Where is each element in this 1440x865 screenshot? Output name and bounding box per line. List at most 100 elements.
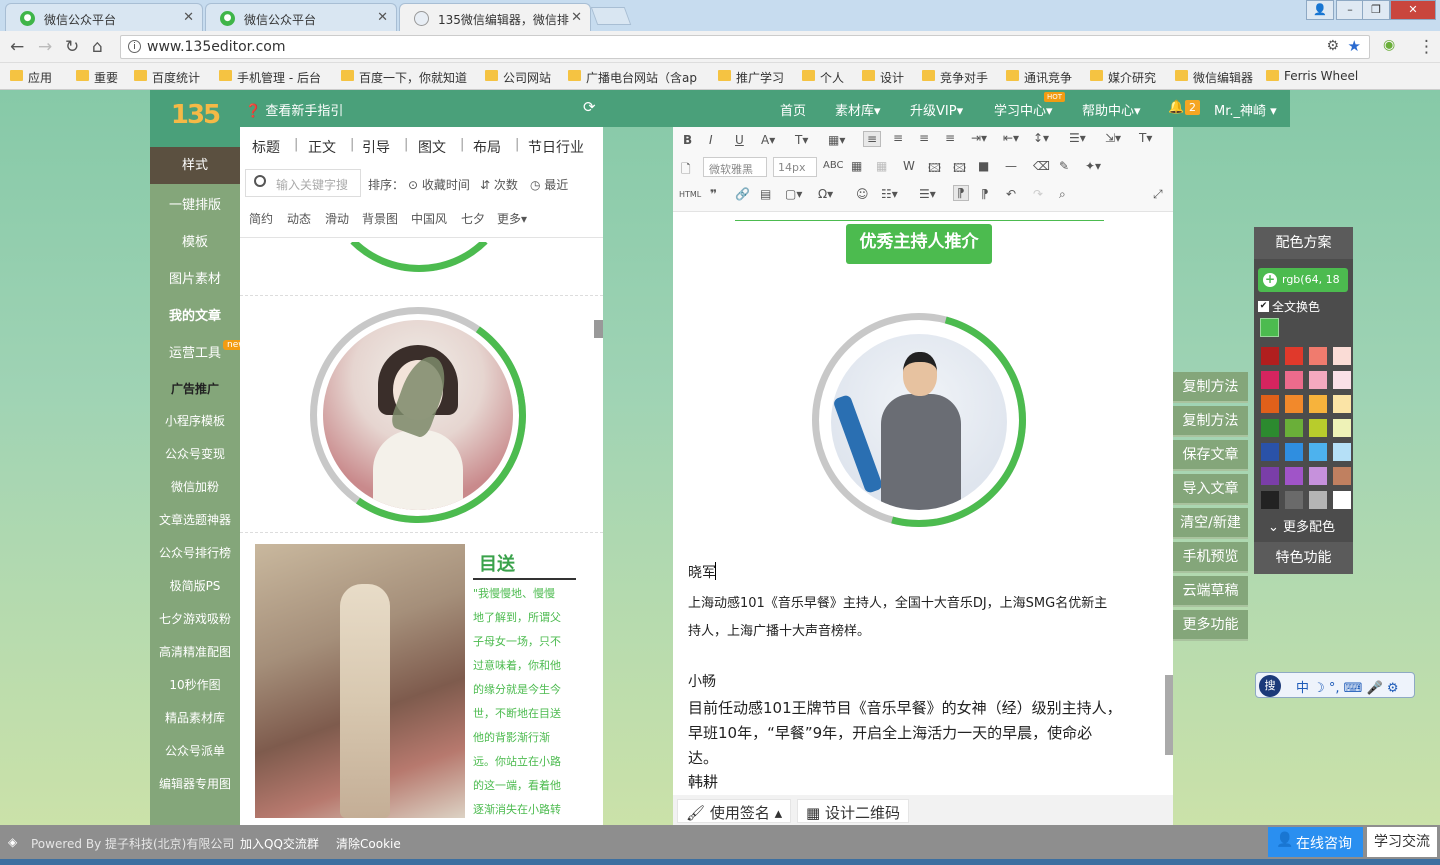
sidebar-item[interactable]: 精品素材库 [150, 709, 240, 726]
bookmark[interactable]: Ferris Wheel [1266, 69, 1358, 83]
special-features-button[interactable]: 特色功能 [1254, 542, 1353, 574]
strikethrough-icon[interactable]: ABC [823, 160, 844, 171]
font-color-icon[interactable]: A▾ [761, 133, 775, 147]
category-tab[interactable]: 引导 [362, 137, 390, 157]
bold-icon[interactable]: B [683, 133, 692, 147]
font-size-select[interactable]: 14px [773, 157, 817, 177]
bookmark[interactable]: 通讯竞争 [1006, 69, 1072, 86]
search-input[interactable]: 输入关键字搜 [245, 169, 361, 197]
user-icon[interactable]: 👤 [1306, 0, 1334, 20]
color-swatch[interactable] [1261, 347, 1279, 365]
more-colors-button[interactable]: ⌄ 更多配色 [1268, 516, 1335, 535]
category-tab[interactable]: 图文 [418, 137, 446, 157]
color-swatch[interactable] [1285, 371, 1303, 389]
sidebar-item[interactable]: 公众号变现 [150, 445, 240, 462]
minimize-button[interactable]: – [1336, 0, 1364, 20]
multi-image-icon[interactable]: 🖾 [953, 159, 966, 180]
sidebar-item[interactable]: 极简版PS [150, 577, 240, 594]
brush-icon[interactable]: ✎ [1059, 159, 1069, 173]
bookmark[interactable]: 竞争对手 [922, 69, 988, 86]
rgb-input[interactable]: + rgb(64, 18 [1258, 268, 1348, 292]
color-swatch[interactable] [1261, 491, 1279, 509]
color-swatch[interactable] [1285, 419, 1303, 437]
color-swatch[interactable] [1333, 419, 1351, 437]
bookmark[interactable]: 手机管理 - 后台 [219, 69, 321, 86]
qrcode-button[interactable]: ▦ 设计二维码 [797, 799, 909, 823]
clear-format-icon[interactable]: T▾ [1139, 131, 1152, 145]
color-swatch[interactable] [1285, 467, 1303, 485]
nav-help[interactable]: 帮助中心▾ [1082, 100, 1141, 119]
sidebar-item[interactable]: 编辑器专用图 [150, 775, 240, 792]
color-swatch[interactable] [1285, 347, 1303, 365]
image-icon[interactable]: 🖾 [928, 159, 941, 180]
grid-icon[interactable]: ▦ [876, 159, 887, 173]
color-swatch[interactable] [1309, 347, 1327, 365]
sort-option[interactable]: ⇵ 次数 [480, 176, 518, 193]
color-swatch[interactable] [1285, 395, 1303, 413]
close-icon[interactable]: ✕ [183, 10, 194, 25]
frame-icon[interactable]: ▢▾ [785, 187, 802, 201]
insert-table-icon[interactable]: ▦ [851, 159, 862, 173]
sidebar-item[interactable]: 公众号排行榜 [150, 544, 240, 561]
link-icon[interactable]: 🔗 [735, 187, 750, 201]
page-icon[interactable]: 🗋 [681, 160, 691, 181]
browser-tab[interactable]: ● 微信公众平台 ✕ [205, 3, 397, 31]
clear-new-button[interactable]: 清空/新建 [1173, 508, 1248, 539]
html-icon[interactable]: HTML [679, 190, 701, 199]
ltr-icon[interactable]: ⁋ [953, 185, 969, 201]
bookmark[interactable]: 重要 [76, 69, 118, 86]
bookmark[interactable]: 设计 [862, 69, 904, 86]
restore-button[interactable]: ❐ [1362, 0, 1390, 20]
close-icon[interactable]: ✕ [377, 10, 388, 25]
undo-icon[interactable]: ↶ [1006, 187, 1016, 201]
guide-link[interactable]: ❓ 查看新手指引 [245, 100, 343, 119]
logo[interactable]: 135 [150, 90, 240, 147]
extension-icon[interactable]: ◉ [1383, 37, 1395, 53]
ime-toolbar[interactable]: 搜 中 ☽ °, ⌨ 🎤 ⚙ [1255, 672, 1415, 698]
host-desc[interactable]: 达。 [688, 747, 718, 768]
host-name[interactable]: 晓军 [688, 562, 716, 582]
style-tag[interactable]: 滑动 [325, 210, 349, 227]
host-desc[interactable]: 上海动感101《音乐早餐》主持人，全国十大音乐DJ，上海SMG名优新主 [688, 592, 1107, 611]
copy-method-button[interactable]: 复制方法 [1173, 372, 1248, 403]
host-desc[interactable]: 早班10年，“早餐”9年，开启全上海活力一天的早晨，使命必 [688, 722, 1092, 743]
color-swatch[interactable] [1285, 443, 1303, 461]
sidebar-item[interactable]: 图片素材 [150, 268, 240, 287]
color-swatch[interactable] [1333, 443, 1351, 461]
indent-icon[interactable]: ⇥▾ [971, 131, 987, 145]
magic-icon[interactable]: ✦▾ [1085, 159, 1101, 173]
font-style-icon[interactable]: T▾ [795, 133, 808, 147]
template-icon[interactable]: ▤ [760, 187, 771, 201]
host-name[interactable]: 小畅 [688, 671, 716, 691]
color-swatch[interactable] [1261, 419, 1279, 437]
bookmark[interactable]: 微信编辑器 [1175, 69, 1253, 86]
fullscreen-icon[interactable]: ⤢ [1153, 187, 1163, 202]
editor-scrollbar[interactable] [1165, 675, 1173, 755]
nav-learning[interactable]: 学习中心▾ [994, 100, 1053, 119]
user-menu[interactable]: Mr._神崎 ▾ [1214, 100, 1277, 119]
underline-icon[interactable]: U [735, 133, 744, 147]
category-tab[interactable]: 节日行业 [528, 137, 584, 157]
save-article-button[interactable]: 保存文章 [1173, 440, 1248, 471]
color-swatch[interactable] [1261, 467, 1279, 485]
extension-icon[interactable]: ⚙ [1326, 38, 1339, 54]
bookmark[interactable]: 个人 [802, 69, 844, 86]
clear-cookie-link[interactable]: 清除Cookie [336, 835, 401, 852]
color-swatch[interactable] [1309, 467, 1327, 485]
sidebar-item[interactable]: 微信加粉 [150, 478, 240, 495]
spacing-icon[interactable]: ☰▾ [1069, 131, 1086, 145]
paragraph-icon[interactable]: ⇲▾ [1105, 131, 1121, 145]
bookmark-apps[interactable]: 应用 [10, 69, 52, 86]
info-icon[interactable]: i [128, 40, 141, 53]
video-icon[interactable]: ■ [978, 159, 989, 173]
import-article-button[interactable]: 导入文章 [1173, 474, 1248, 505]
sidebar-item[interactable]: 一键排版 [150, 194, 240, 213]
align-right-icon[interactable]: ≡ [919, 131, 929, 145]
nav-home[interactable]: 首页 [780, 100, 806, 119]
color-swatch[interactable] [1261, 395, 1279, 413]
url-input[interactable]: i www.135editor.com ⚙ ★ [120, 35, 1370, 59]
host-desc[interactable]: 目前任动感101王牌节目《音乐早餐》的女神（经）级别主持人， [688, 697, 1122, 718]
color-swatch[interactable] [1309, 371, 1327, 389]
color-swatch[interactable] [1333, 395, 1351, 413]
line-height-icon[interactable]: ↕▾ [1033, 131, 1049, 145]
